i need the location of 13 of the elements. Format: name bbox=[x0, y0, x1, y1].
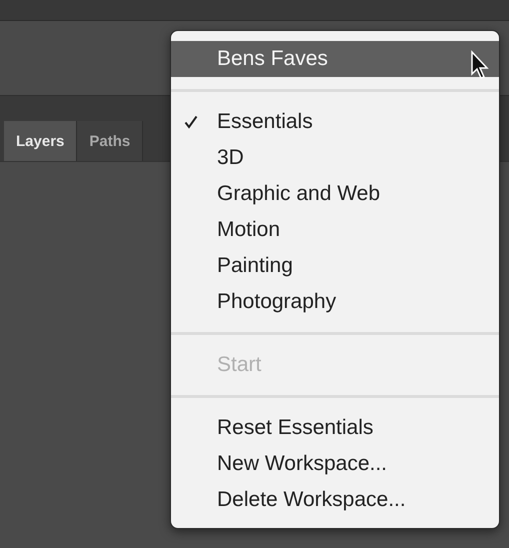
menu-item[interactable]: Painting bbox=[171, 248, 499, 284]
pointer-icon bbox=[470, 50, 490, 80]
menu-item[interactable]: Delete Workspace... bbox=[171, 482, 499, 518]
menu-item[interactable]: 3D bbox=[171, 140, 499, 176]
panel-tab[interactable]: Layers bbox=[4, 121, 78, 161]
menu-item[interactable]: Photography bbox=[171, 284, 499, 320]
menu-item[interactable]: Graphic and Web bbox=[171, 176, 499, 212]
menu-item[interactable]: Reset Essentials bbox=[171, 410, 499, 446]
menu-item[interactable]: Essentials bbox=[171, 104, 499, 140]
menu-item[interactable]: Bens Faves bbox=[171, 41, 499, 77]
menu-item[interactable]: Motion bbox=[171, 212, 499, 248]
menu-item[interactable]: New Workspace... bbox=[171, 446, 499, 482]
panel-tab[interactable]: Paths bbox=[77, 121, 144, 161]
